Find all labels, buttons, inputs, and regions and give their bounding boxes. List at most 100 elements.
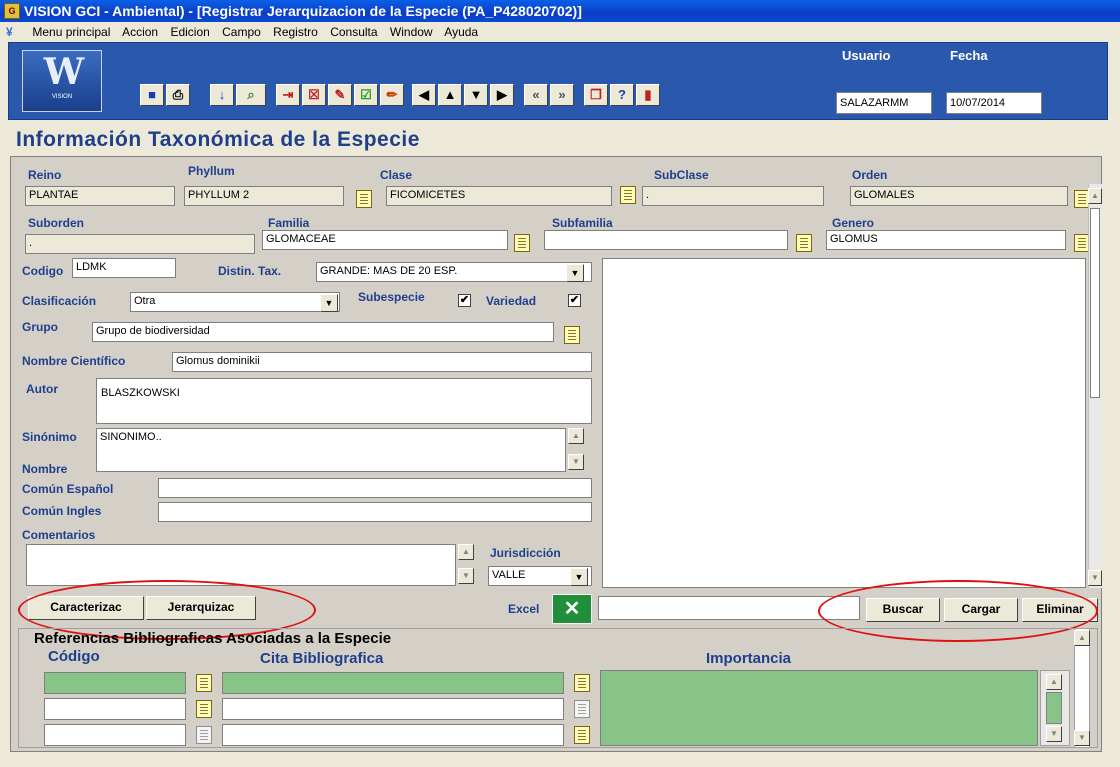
phyllum-lov-icon[interactable]: [356, 190, 372, 208]
prev-record-icon[interactable]: ◀: [412, 84, 436, 106]
grupo-field[interactable]: Grupo de biodiversidad: [92, 322, 554, 342]
cita-cell-3[interactable]: [222, 724, 564, 746]
scroll-thumb[interactable]: [1090, 208, 1100, 398]
subclase-field[interactable]: .: [642, 186, 824, 206]
app-icon: G: [4, 3, 20, 19]
comentarios-scroll-up-icon[interactable]: ▲: [458, 544, 474, 560]
menu-item-registro[interactable]: Registro: [273, 25, 318, 39]
variedad-label: Variedad: [486, 294, 537, 308]
clase-field[interactable]: FICOMICETES: [386, 186, 612, 206]
importancia-field[interactable]: [600, 670, 1038, 746]
usuario-label: Usuario: [842, 48, 891, 63]
grupo-label: Grupo: [22, 320, 58, 334]
cita-cell-1[interactable]: [222, 672, 564, 694]
sinonimo-scroll-down-icon[interactable]: ▼: [568, 454, 584, 470]
phyllum-label: Phyllum: [188, 164, 235, 178]
nombre-label: Nombre: [22, 462, 68, 476]
download-icon[interactable]: ↓: [210, 84, 234, 106]
subfamilia-lov-icon[interactable]: [796, 234, 812, 252]
variedad-checkbox[interactable]: ✔: [568, 294, 581, 307]
comentarios-field[interactable]: [26, 544, 456, 586]
suborden-label: Suborden: [28, 216, 84, 230]
delete-record-icon[interactable]: ☒: [302, 84, 326, 106]
excel-label: Excel: [508, 602, 540, 616]
last-record-icon[interactable]: »: [550, 84, 574, 106]
vision-logo: W VISION: [22, 50, 102, 112]
familia-lov-icon[interactable]: [514, 234, 530, 252]
menu-item-campo[interactable]: Campo: [222, 25, 261, 39]
usuario-field: SALAZARMM: [836, 92, 932, 114]
familia-field[interactable]: GLOMACEAE: [262, 230, 508, 250]
genero-field[interactable]: GLOMUS: [826, 230, 1066, 250]
codigo-cell-3[interactable]: [44, 724, 186, 746]
down-icon[interactable]: ▼: [464, 84, 488, 106]
grupo-lov-icon[interactable]: [564, 326, 580, 344]
codigo-cell-2[interactable]: [44, 698, 186, 720]
excel-icon[interactable]: ✕: [552, 594, 592, 624]
orden-field[interactable]: GLOMALES: [850, 186, 1068, 206]
query-icon[interactable]: ⌕: [236, 84, 266, 106]
menu-item-menu-principal[interactable]: Menu principal: [32, 25, 110, 39]
references-scroll-down-icon[interactable]: ▼: [1074, 730, 1090, 746]
print-icon[interactable]: ⎙: [166, 84, 190, 106]
subespecie-checkbox[interactable]: ✔: [458, 294, 471, 307]
phyllum-field[interactable]: PHYLLUM 2: [184, 186, 344, 206]
insert-record-icon[interactable]: ⇥: [276, 84, 300, 106]
codigo-lov-icon-1[interactable]: [196, 674, 212, 692]
save-icon[interactable]: ■: [140, 84, 164, 106]
comun-ingles-field[interactable]: [158, 502, 592, 522]
menu-item-ayuda[interactable]: Ayuda: [444, 25, 478, 39]
scroll-up-icon[interactable]: ▲: [1088, 188, 1102, 204]
copy-icon[interactable]: ❐: [584, 84, 608, 106]
up-icon[interactable]: ▲: [438, 84, 462, 106]
menu-item-edicion[interactable]: Edicion: [170, 25, 209, 39]
cita-cell-2[interactable]: [222, 698, 564, 720]
comun-ingles-label: Común Ingles: [22, 504, 102, 518]
nombre-cientifico-field[interactable]: Glomus dominikii: [172, 352, 592, 372]
codigo-field[interactable]: LDMK: [72, 258, 176, 278]
edit-icon[interactable]: ✎: [328, 84, 352, 106]
codigo-label: Codigo: [22, 264, 64, 278]
codigo-lov-icon-2[interactable]: [196, 700, 212, 718]
comun-espanol-label: Común Español: [22, 482, 114, 496]
window-title: VISION GCI - Ambiental) - [Registrar Jer…: [0, 0, 1120, 22]
col-importancia-header: Importancia: [706, 650, 792, 667]
toolbar: [8, 42, 1108, 120]
sinonimo-field[interactable]: SINONIMO..: [96, 428, 566, 472]
cita-lov-icon-2[interactable]: [574, 700, 590, 718]
menu-item-window[interactable]: Window: [390, 25, 433, 39]
first-record-icon[interactable]: «: [524, 84, 548, 106]
references-scroll-up-icon[interactable]: ▲: [1074, 630, 1090, 646]
menu-item-accion[interactable]: Accion: [122, 25, 158, 39]
distin-tax-select[interactable]: GRANDE: MAS DE 20 ESP.: [316, 262, 592, 282]
suborden-field[interactable]: .: [25, 234, 255, 254]
jurisdiccion-dropdown-icon[interactable]: ▼: [570, 568, 588, 586]
cita-lov-icon-3[interactable]: [574, 726, 590, 744]
clasificacion-select[interactable]: Otra: [130, 292, 340, 312]
clasificacion-dropdown-icon[interactable]: ▼: [320, 294, 338, 312]
distin-tax-label: Distin. Tax.: [218, 264, 282, 278]
validate-icon[interactable]: ☑: [354, 84, 378, 106]
distin-tax-dropdown-icon[interactable]: ▼: [566, 264, 584, 282]
reino-field[interactable]: PLANTAE: [25, 186, 175, 206]
importancia-scroll-up-icon[interactable]: ▲: [1046, 674, 1062, 690]
codigo-lov-icon-3[interactable]: [196, 726, 212, 744]
scroll-down-icon[interactable]: ▼: [1088, 570, 1102, 586]
clase-lov-icon[interactable]: [620, 186, 636, 204]
clasificacion-label: Clasificación: [22, 294, 97, 308]
importancia-scroll-thumb[interactable]: [1046, 692, 1062, 724]
autor-field[interactable]: BLASZKOWSKI: [96, 378, 592, 424]
exit-icon[interactable]: ▮: [636, 84, 660, 106]
codigo-cell-1[interactable]: [44, 672, 186, 694]
pencil-icon[interactable]: ✏: [380, 84, 404, 106]
sinonimo-scroll-up-icon[interactable]: ▲: [568, 428, 584, 444]
comun-espanol-field[interactable]: [158, 478, 592, 498]
help-icon[interactable]: ?: [610, 84, 634, 106]
menu-item-consulta[interactable]: Consulta: [330, 25, 377, 39]
cita-lov-icon-1[interactable]: [574, 674, 590, 692]
importancia-scroll-down-icon[interactable]: ▼: [1046, 726, 1062, 742]
next-record-icon[interactable]: ▶: [490, 84, 514, 106]
subfamilia-field[interactable]: [544, 230, 788, 250]
familia-label: Familia: [268, 216, 310, 230]
comentarios-scroll-down-icon[interactable]: ▼: [458, 568, 474, 584]
